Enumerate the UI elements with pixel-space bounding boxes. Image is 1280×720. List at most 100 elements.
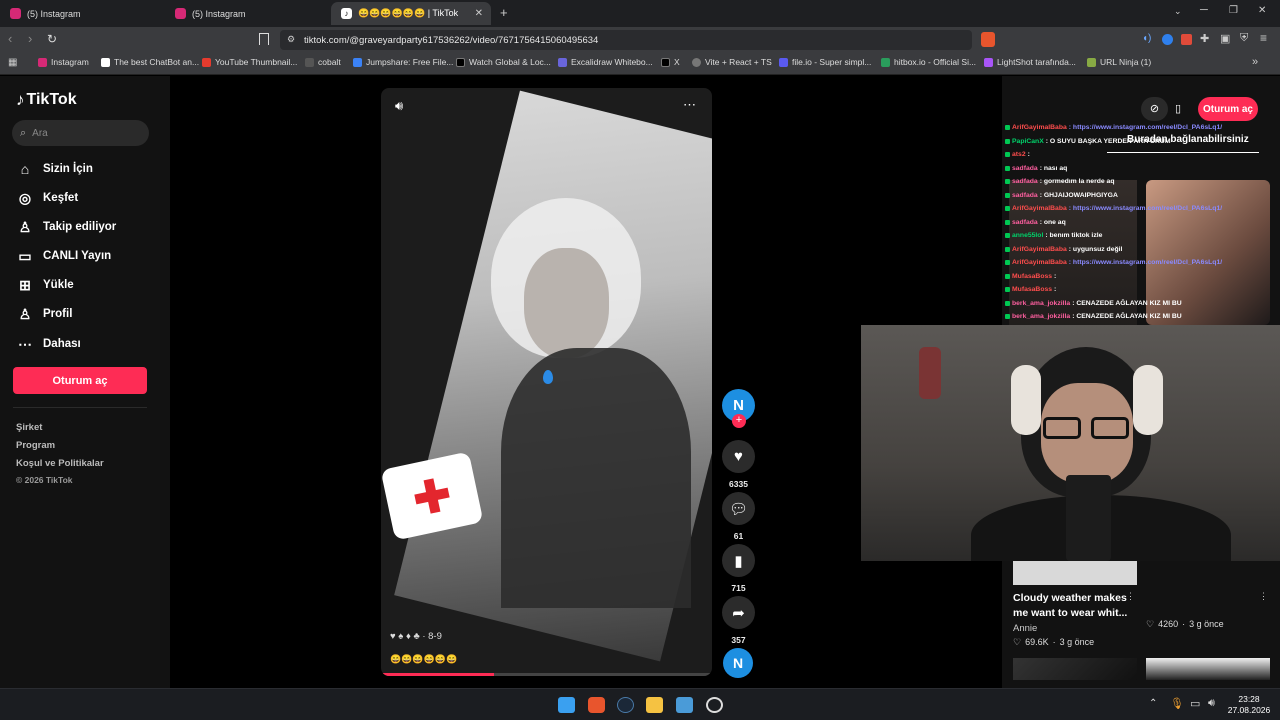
site-info-icon[interactable]: ⚙ <box>287 34 295 45</box>
card-more-icon[interactable]: ⋮ <box>1259 591 1268 602</box>
bookmark-item[interactable]: Vite + React + TS <box>692 57 772 67</box>
reload-icon[interactable]: ↻ <box>47 32 57 46</box>
extension-icon[interactable] <box>1162 34 1173 45</box>
new-tab-button[interactable]: + <box>500 5 508 20</box>
brave-browser-icon[interactable] <box>588 697 605 713</box>
search-input[interactable]: ⌕ Ara <box>12 120 149 146</box>
chat-username: sadfada <box>1012 218 1038 226</box>
activity-icon[interactable]: ⊘ <box>1141 97 1168 121</box>
bookmark-item[interactable]: URL Ninja (1) <box>1087 57 1151 67</box>
audio-icon[interactable]: ◖) <box>1142 33 1151 44</box>
more-options-icon[interactable]: ⋯ <box>683 97 696 113</box>
extension-icon[interactable] <box>1181 34 1192 45</box>
network-icon[interactable]: ▭ <box>1190 697 1200 710</box>
live-icon: ▭ <box>18 247 32 264</box>
clock[interactable]: 23:28 27.08.2026 <box>1227 694 1271 716</box>
save-button[interactable]: ▮ 715 <box>722 544 755 593</box>
sticker-caption: ♥ ♠ ♦ ♣ · 8-9 <box>390 631 442 642</box>
bookmark-page-icon[interactable] <box>259 33 269 45</box>
speaker-icon[interactable]: 🔊︎ <box>1208 697 1215 710</box>
tab-label: 😄😄😄😄😄😄 | TikTok <box>358 8 459 18</box>
windows-start-icon[interactable] <box>558 697 575 713</box>
tab-instagram-2[interactable]: (5) Instagram <box>165 2 330 25</box>
bookmark-item[interactable]: cobalt <box>305 57 341 67</box>
chat-message: PapiCanX: O SUYU BAŞKA YERDEN ARIYORUM <box>1005 138 1170 145</box>
nav-live[interactable]: ▭ CANLI Yayın <box>16 247 111 265</box>
nav-upload[interactable]: ⊞ Yükle <box>16 276 74 294</box>
menu-icon[interactable]: ≡ <box>1260 31 1267 45</box>
bookmark-item[interactable]: Instagram <box>38 57 89 67</box>
obs-icon[interactable] <box>706 697 723 713</box>
video-player[interactable]: 🔊︎ ⋯ ♥ ♠ ♦ ♣ · 8-9 😄😄😄😄😄😄 <box>381 88 712 676</box>
url-field[interactable]: ⚙ tiktok.com/@graveyardparty617536262/vi… <box>280 30 972 50</box>
nav-label: Sizin İçin <box>43 163 93 175</box>
mic-icon[interactable]: 🎙︎ <box>1170 697 1184 710</box>
footer-program[interactable]: Program <box>16 440 55 451</box>
steam-icon[interactable] <box>617 697 634 713</box>
bookmark-item[interactable]: Excalidraw Whitebo... <box>558 57 653 67</box>
share-count: 357 <box>731 635 746 645</box>
bookmark-item[interactable]: YouTube Thumbnail... <box>202 57 297 67</box>
bookmark-label: X <box>674 57 680 67</box>
chat-badge-icon <box>1005 125 1010 130</box>
thumbnail[interactable] <box>1013 658 1137 680</box>
upload-icon: ⊞ <box>19 276 31 293</box>
vpn-icon[interactable]: ⛨ <box>1240 32 1248 45</box>
minimize-icon[interactable]: ─ <box>1200 4 1208 16</box>
maximize-icon[interactable]: ❐ <box>1229 5 1238 16</box>
follow-plus-icon[interactable]: + <box>732 414 746 428</box>
video-card-author[interactable]: Annie <box>1013 623 1037 634</box>
bookmark-item[interactable]: file.io - Super simpl... <box>779 57 871 67</box>
comment-button[interactable]: 💬︎ 61 <box>722 492 755 541</box>
tab-instagram-1[interactable]: (5) Instagram <box>0 2 165 25</box>
progress-track[interactable] <box>381 673 712 676</box>
close-tab-icon[interactable]: ✕ <box>475 8 483 19</box>
footer-terms[interactable]: Koşul ve Politikalar <box>16 458 104 469</box>
bookmark-item[interactable]: Jumpshare: Free File... <box>353 57 453 67</box>
wallet-icon[interactable]: ▣ <box>1220 32 1230 45</box>
thumbnail[interactable] <box>1146 658 1270 680</box>
brave-shield-icon[interactable] <box>981 32 995 47</box>
chat-badge-icon <box>1005 300 1010 306</box>
file-explorer-icon[interactable] <box>646 697 663 713</box>
nav-for-you[interactable]: ⌂ Sizin İçin <box>16 160 93 178</box>
creator-avatar-small[interactable]: N <box>722 648 755 678</box>
tray-expand-icon[interactable]: ⌃ <box>1149 698 1157 709</box>
bookmark-item[interactable]: X <box>661 57 680 67</box>
card-more-icon[interactable]: ⋮ <box>1126 591 1135 602</box>
creator-avatar[interactable]: N + <box>722 389 755 428</box>
chat-text: : nası aq <box>1039 164 1068 172</box>
apps-grid-icon[interactable]: ▦ <box>8 57 17 68</box>
tiktok-sidebar: ♪ TikTok ⌕ Ara ⌂ Sizin İçin ◎ Keşfet ♙ Taki… <box>0 76 170 688</box>
nav-following[interactable]: ♙ Takip ediliyor <box>16 218 117 236</box>
device-icon[interactable]: ▯ <box>1167 97 1189 121</box>
tiktok-logo[interactable]: ♪ TikTok <box>16 90 77 110</box>
bookmark-item[interactable]: The best ChatBot an... <box>101 57 199 67</box>
extensions-puzzle-icon[interactable]: ✚ <box>1200 32 1209 45</box>
login-button-top[interactable]: Oturum aç <box>1198 97 1258 121</box>
share-button[interactable]: ➦ 357 <box>722 596 755 645</box>
back-icon[interactable]: ‹ <box>8 31 12 46</box>
footer-company[interactable]: Şirket <box>16 422 42 433</box>
volume-icon[interactable]: 🔊︎ <box>395 98 403 114</box>
login-button[interactable]: Oturum aç <box>13 367 147 394</box>
nav-profile[interactable]: ♙ Profil <box>16 305 73 323</box>
like-button[interactable]: ♥ 6335 <box>722 440 755 489</box>
bookmark-item[interactable]: LightShot tarafında... <box>984 57 1076 67</box>
thumbnail[interactable] <box>1013 561 1137 585</box>
video-card-title[interactable]: Cloudy weather makes me want to wear whi… <box>1013 591 1131 621</box>
chat-text: : GHJAIJOWAIPHGIYGA <box>1039 191 1118 199</box>
microphone <box>1066 475 1111 561</box>
more-bookmarks-icon[interactable]: » <box>1252 56 1258 68</box>
close-window-icon[interactable]: ✕ <box>1258 5 1266 16</box>
bookmark-item[interactable]: Watch Global & Loc... <box>456 57 551 67</box>
monitor-app-icon[interactable] <box>676 697 693 713</box>
nav-more[interactable]: ⋯ Dahası <box>16 335 81 353</box>
tab-label: (5) Instagram <box>192 8 246 19</box>
tab-list-icon[interactable]: ⌄ <box>1174 6 1182 17</box>
nav-explore[interactable]: ◎ Keşfet <box>16 189 78 207</box>
clock-date: 27.08.2026 <box>1227 705 1271 715</box>
tab-tiktok[interactable]: ♪ 😄😄😄😄😄😄 | TikTok ✕ <box>331 2 491 25</box>
forward-icon[interactable]: › <box>28 31 32 46</box>
bookmark-item[interactable]: hitbox.io - Official Si... <box>881 57 976 67</box>
